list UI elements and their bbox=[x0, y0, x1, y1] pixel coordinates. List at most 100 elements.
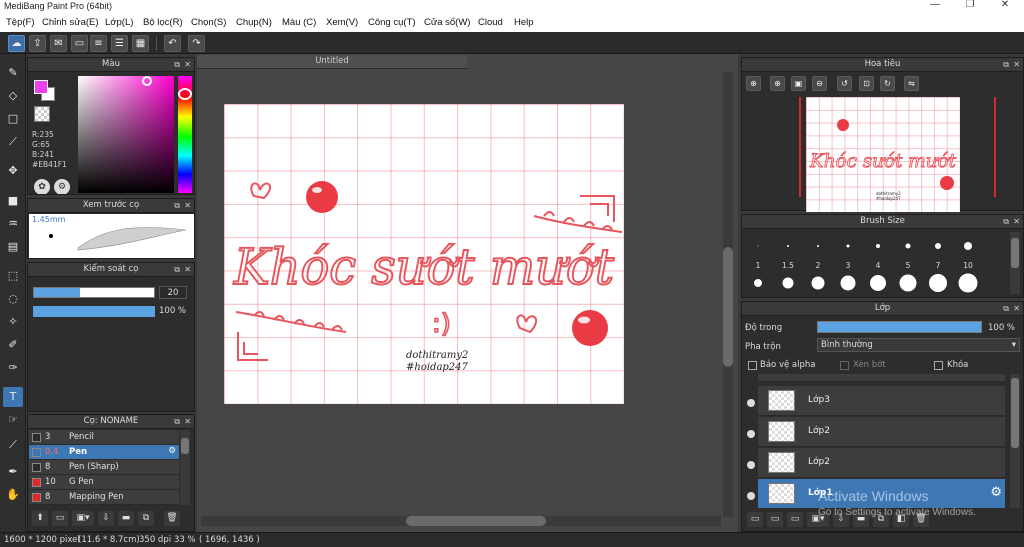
lock-checkbox[interactable] bbox=[934, 361, 943, 370]
rotate-left-icon[interactable]: ↺ bbox=[837, 76, 852, 91]
layer-row[interactable]: Lớp2 bbox=[758, 417, 1005, 447]
document-tab[interactable]: Untitled bbox=[197, 55, 467, 69]
brush-size-1[interactable]: 1 bbox=[744, 232, 772, 270]
eraser-tool-icon[interactable]: ◇ bbox=[3, 86, 23, 106]
transparent-color-swatch[interactable] bbox=[34, 106, 50, 122]
close-icon[interactable]: ✕ bbox=[184, 263, 191, 276]
brush-size-10[interactable]: 10 bbox=[954, 232, 982, 270]
blend-mode-select[interactable]: Bình thường ▾ bbox=[817, 338, 1020, 352]
hue-cursor[interactable] bbox=[178, 88, 192, 100]
sv-cursor[interactable] bbox=[142, 76, 152, 86]
magic-wand-icon[interactable]: ✧ bbox=[3, 312, 23, 332]
menu-window[interactable]: Cửa sổ(W) bbox=[424, 17, 470, 28]
hand-tool-icon[interactable]: ✋ bbox=[3, 485, 23, 505]
add-brush-icon[interactable]: ⬆ bbox=[32, 511, 48, 526]
scroll-thumb[interactable] bbox=[1011, 378, 1019, 448]
float-icon[interactable]: ⧉ bbox=[174, 263, 180, 276]
eye-icon[interactable] bbox=[747, 492, 755, 500]
brush-item-pencil[interactable]: 3 Pencil bbox=[29, 430, 179, 445]
pen-tool-icon[interactable]: ✒ bbox=[3, 462, 23, 482]
fill-rect-tool-icon[interactable]: ■ bbox=[3, 191, 23, 211]
duplicate-icon[interactable]: ⧉ bbox=[138, 511, 154, 526]
select-rect-icon[interactable]: ⬚ bbox=[3, 266, 23, 286]
protect-alpha-checkbox[interactable] bbox=[748, 361, 757, 370]
float-icon[interactable]: ⧉ bbox=[174, 415, 180, 428]
menu-help[interactable]: Help bbox=[514, 17, 534, 28]
layer-row-partial[interactable] bbox=[758, 374, 1005, 382]
select-eraser-icon[interactable]: ✑ bbox=[3, 358, 23, 378]
new-layer-icon[interactable]: ▭ bbox=[747, 512, 763, 527]
drawing-canvas[interactable]: Khóc sướt mướt :) dothitramy2 #hoidap247 bbox=[224, 104, 624, 404]
brush-size-3[interactable]: 3 bbox=[834, 232, 862, 270]
scroll-thumb[interactable] bbox=[406, 516, 546, 526]
float-icon[interactable]: ⧉ bbox=[174, 58, 180, 71]
brush-item-mapping-pen[interactable]: 8 Mapping Pen bbox=[29, 490, 179, 505]
new-halftone-layer-icon[interactable]: ▭ bbox=[767, 512, 783, 527]
dot-tool-icon[interactable]: ⟋ bbox=[3, 132, 23, 152]
comment-icon[interactable]: ✉ bbox=[50, 35, 67, 52]
close-icon[interactable]: ✕ bbox=[184, 199, 191, 212]
new-brush-icon[interactable]: ▭ bbox=[52, 511, 68, 526]
gradient-tool-icon[interactable]: ▤ bbox=[3, 237, 23, 257]
folder-icon[interactable]: ▬ bbox=[118, 511, 134, 526]
minimize-button[interactable]: — bbox=[920, 0, 950, 10]
operation-tool-icon[interactable]: ☞ bbox=[3, 410, 23, 430]
layer-opacity-slider[interactable] bbox=[817, 321, 982, 333]
menu-capture[interactable]: Chụp(N) bbox=[236, 17, 272, 28]
menu-cloud[interactable]: Cloud bbox=[478, 17, 503, 28]
upload-icon[interactable]: ⇪ bbox=[29, 35, 46, 52]
brush-size-slider[interactable] bbox=[33, 287, 155, 298]
rectangle-tool-icon[interactable]: □ bbox=[3, 109, 23, 129]
lasso-icon[interactable]: ◌ bbox=[3, 289, 23, 309]
new-8bit-layer-icon[interactable]: ▭ bbox=[787, 512, 803, 527]
menu-tools[interactable]: Công cụ(T) bbox=[368, 17, 416, 28]
brush-size-5[interactable]: 5 bbox=[894, 232, 922, 270]
layer-list-scrollbar[interactable] bbox=[1010, 374, 1020, 508]
new-page-icon[interactable]: ▭ bbox=[71, 35, 88, 52]
scroll-thumb[interactable] bbox=[723, 247, 733, 367]
reset-view-icon[interactable]: ⊡ bbox=[859, 76, 874, 91]
palette-icon[interactable]: ✿ bbox=[34, 179, 50, 194]
fit-icon[interactable]: ▣ bbox=[791, 76, 806, 91]
canvas-area[interactable]: Untitled Khóc sướt mướt :) dothitramy2 #… bbox=[197, 54, 738, 532]
canvas-horizontal-scrollbar[interactable] bbox=[201, 516, 721, 526]
redo-icon[interactable]: ↷ bbox=[188, 35, 205, 52]
saturation-value-picker[interactable] bbox=[78, 76, 174, 193]
grid-icon[interactable]: ▦ bbox=[132, 35, 149, 52]
brush-size-7[interactable]: 7 bbox=[924, 232, 952, 270]
eyedropper-icon[interactable]: ⟋ bbox=[3, 435, 23, 455]
menu-edit[interactable]: Chỉnh sửa(E) bbox=[42, 17, 99, 28]
trash-icon[interactable]: 🗑 bbox=[164, 511, 180, 526]
document-icon[interactable]: ≡ bbox=[90, 35, 107, 52]
brush-size-2[interactable]: 2 bbox=[804, 232, 832, 270]
brush-size-1-5[interactable]: 1.5 bbox=[774, 232, 802, 270]
layer-row[interactable]: Lớp2 bbox=[758, 448, 1005, 478]
undo-icon[interactable]: ↶ bbox=[164, 35, 181, 52]
menu-color[interactable]: Màu (C) bbox=[282, 17, 316, 28]
float-icon[interactable]: ⧉ bbox=[1003, 302, 1009, 315]
eye-icon[interactable] bbox=[747, 461, 755, 469]
navigator-thumbnail[interactable]: Khóc sướt mướt dothitramy2 #hoidap247 bbox=[806, 97, 960, 212]
close-icon[interactable]: ✕ bbox=[184, 58, 191, 71]
menu-file[interactable]: Tệp(F) bbox=[6, 17, 35, 28]
move-tool-icon[interactable]: ✥ bbox=[3, 161, 23, 181]
scroll-thumb[interactable] bbox=[1011, 238, 1019, 268]
layer-row[interactable]: Lớp3 bbox=[758, 386, 1005, 416]
gear-icon[interactable]: ⚙ bbox=[168, 446, 176, 456]
rotate-right-icon[interactable]: ↻ bbox=[880, 76, 895, 91]
select-pen-icon[interactable]: ✐ bbox=[3, 335, 23, 355]
download-icon[interactable]: ⇩ bbox=[98, 511, 114, 526]
zoom-out-icon[interactable]: ⊖ bbox=[812, 76, 827, 91]
float-icon[interactable]: ⧉ bbox=[1003, 58, 1009, 71]
zoom-in-icon[interactable]: ⊕ bbox=[746, 76, 761, 91]
close-icon[interactable]: ✕ bbox=[184, 415, 191, 428]
clipping-checkbox[interactable] bbox=[840, 361, 849, 370]
bucket-tool-icon[interactable]: ♒ bbox=[3, 214, 23, 234]
zoom-in-alt-icon[interactable]: ⊕ bbox=[770, 76, 785, 91]
gear-icon[interactable]: ⚙ bbox=[990, 485, 1002, 500]
foreground-color-swatch[interactable] bbox=[34, 80, 48, 94]
text-tool-icon[interactable]: T bbox=[3, 387, 23, 407]
brush-list-scrollbar[interactable] bbox=[180, 430, 190, 505]
close-icon[interactable]: ✕ bbox=[1013, 58, 1020, 71]
close-icon[interactable]: ✕ bbox=[1013, 302, 1020, 315]
